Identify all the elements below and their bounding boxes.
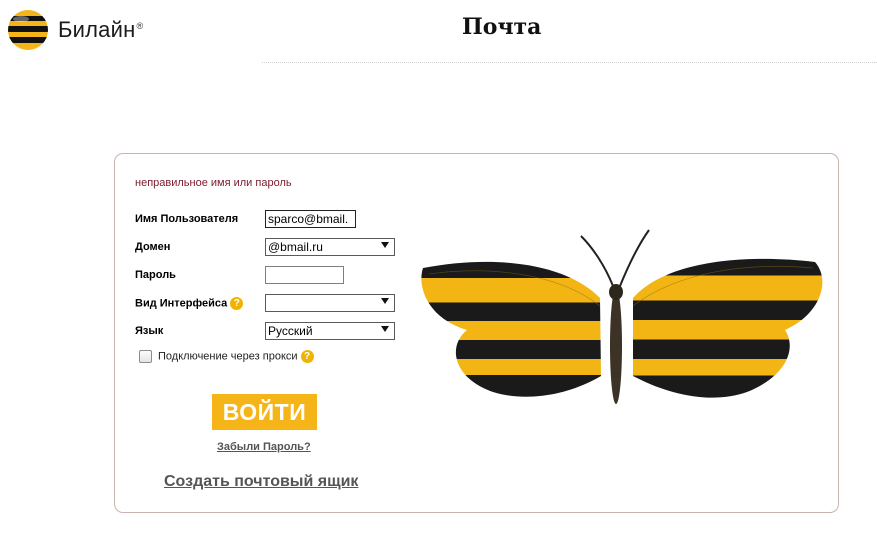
brand-name: Билайн®	[58, 17, 144, 42]
proxy-label: Подключение через прокси	[158, 350, 298, 363]
language-select-value: Русский	[268, 324, 313, 338]
username-label: Имя Пользователя	[135, 213, 239, 225]
password-input[interactable]	[265, 266, 344, 284]
domain-select[interactable]: @bmail.ru	[265, 238, 395, 256]
language-label: Язык	[135, 325, 164, 337]
help-icon[interactable]: ?	[300, 350, 314, 363]
header-divider	[262, 62, 877, 63]
butterfly-illustration	[421, 229, 823, 404]
help-icon[interactable]: ?	[230, 297, 244, 310]
interface-label: Вид Интерфейса?	[135, 297, 244, 310]
proxy-option: Подключение через прокси?	[139, 350, 314, 363]
registered-mark: ®	[136, 20, 144, 31]
chevron-down-icon	[381, 298, 389, 304]
login-button[interactable]: ВОЙТИ	[212, 394, 317, 430]
interface-label-text: Вид Интерфейса	[135, 297, 228, 310]
create-mailbox-link[interactable]: Создать почтовый ящик	[164, 473, 358, 491]
error-message: неправильное имя или пароль	[135, 177, 292, 189]
password-label: Пароль	[135, 269, 176, 281]
username-input[interactable]: sparco@bmail.	[265, 210, 356, 228]
proxy-checkbox[interactable]	[139, 350, 152, 363]
login-panel: неправильное имя или пароль Имя Пользова…	[114, 153, 839, 513]
interface-select[interactable]	[265, 294, 395, 312]
page-header: Билайн® Почта	[0, 0, 877, 63]
domain-label: Домен	[135, 241, 171, 253]
chevron-down-icon	[381, 242, 389, 248]
language-select[interactable]: Русский	[265, 322, 395, 340]
page-title: Почта	[462, 14, 542, 40]
beeline-logo-icon	[8, 10, 48, 50]
forgot-password-link[interactable]: Забыли Пароль?	[217, 441, 311, 453]
chevron-down-icon	[381, 326, 389, 332]
domain-select-value: @bmail.ru	[268, 240, 323, 254]
